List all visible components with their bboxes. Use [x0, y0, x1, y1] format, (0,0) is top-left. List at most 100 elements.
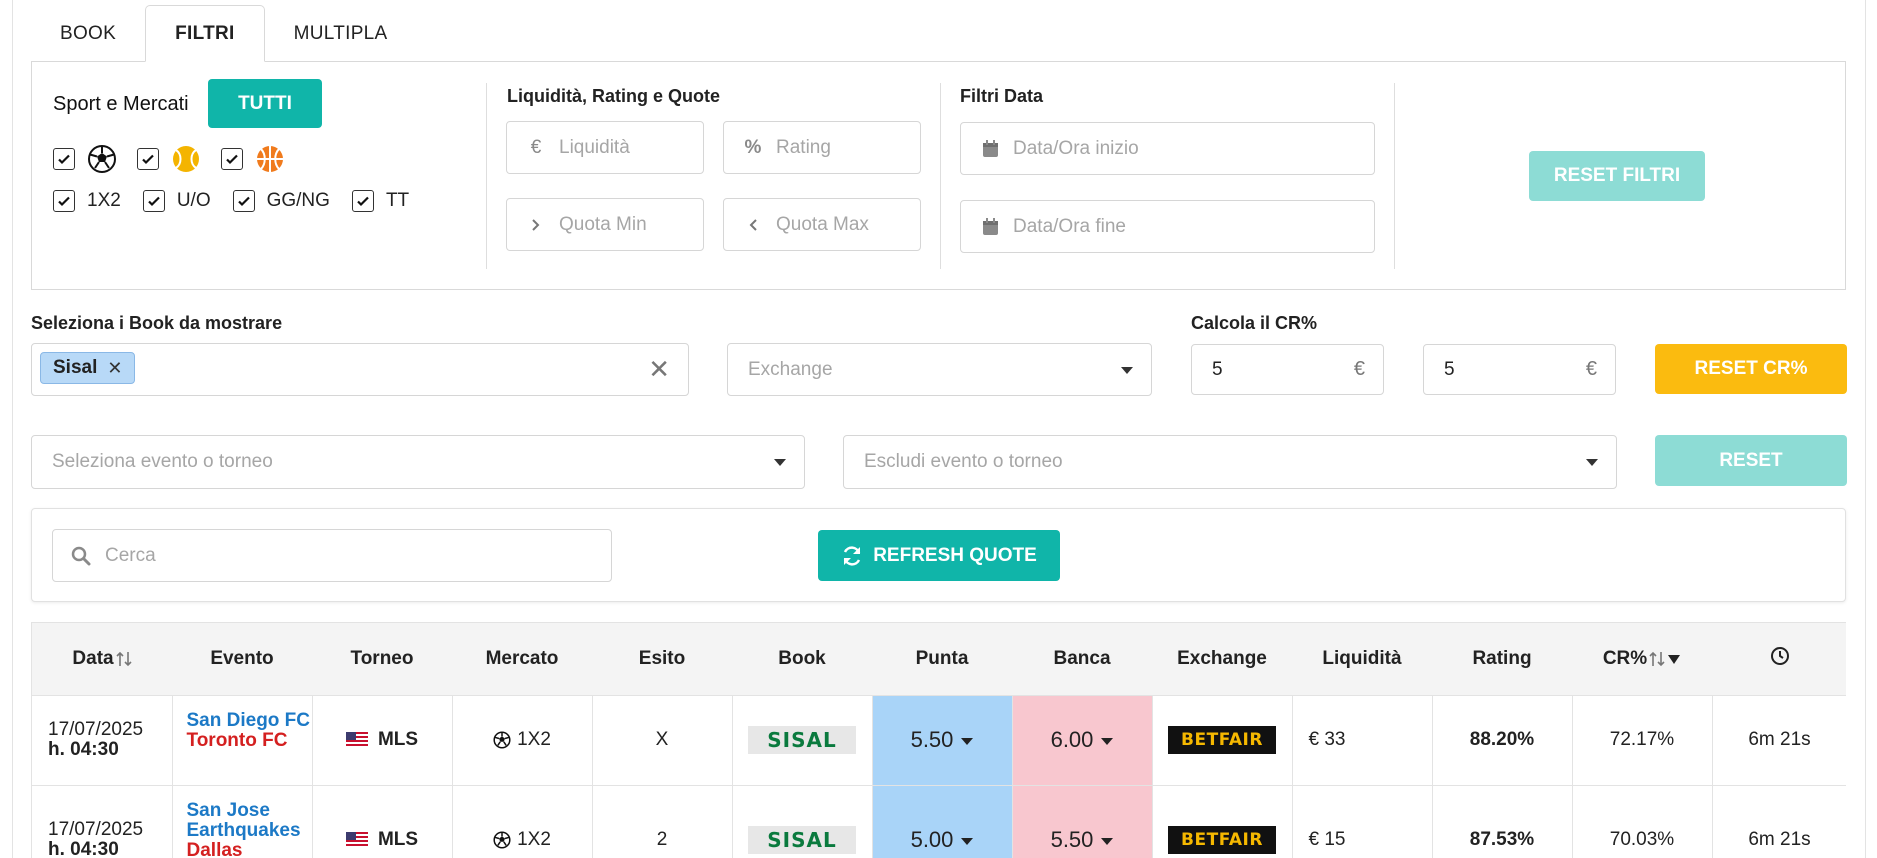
event-select[interactable]: Seleziona evento o torneo: [31, 435, 805, 489]
col-header-rating: Rating: [1432, 623, 1572, 696]
search-icon: [71, 546, 91, 565]
euro-icon: €: [530, 136, 542, 158]
filters-panel: Sport e Mercati TUTTI 1X2 U/O GG/NG TT L…: [31, 61, 1846, 290]
market-tt-checkbox[interactable]: [351, 190, 374, 212]
tab-multipla[interactable]: MULTIPLA: [265, 5, 417, 62]
table-row[interactable]: 17/07/2025 h. 04:30 San Diego FC Toronto F…: [32, 695, 1846, 786]
check-icon: [58, 154, 70, 165]
home-team[interactable]: San Diego FC: [187, 710, 312, 731]
cell-exchange: BETFAIR: [1152, 695, 1293, 786]
home-team[interactable]: San Jose Earthquakes: [187, 800, 312, 841]
soccer-ball-icon: [493, 831, 511, 849]
exchange-select[interactable]: Exchange: [727, 343, 1152, 396]
check-icon: [58, 196, 70, 207]
reset-button[interactable]: RESET: [1655, 435, 1847, 486]
tutti-button[interactable]: TUTTI: [208, 79, 322, 128]
caret-down-icon: [1101, 837, 1114, 845]
table-header-row: Data Evento Torneo Mercato Esito Book Pu…: [32, 623, 1846, 696]
cr-label: Calcola il CR%: [1191, 313, 1318, 333]
data-inizio-input[interactable]: Data/Ora inizio: [960, 122, 1375, 175]
caret-down-icon: [1101, 737, 1114, 745]
data-fine-input[interactable]: Data/Ora fine: [960, 200, 1375, 253]
soccer-checkbox[interactable]: [53, 148, 75, 170]
chevron-right-icon: [525, 218, 547, 232]
cell-exchange: BETFAIR: [1152, 785, 1293, 858]
cell-event[interactable]: San Diego FC Toronto FC: [172, 695, 313, 786]
cell-cr: 70.03%: [1572, 785, 1713, 858]
reset-cr-button[interactable]: RESET CR%: [1655, 344, 1847, 394]
away-team[interactable]: Toronto FC: [187, 730, 312, 751]
sort-icon: [1649, 651, 1665, 666]
check-icon: [237, 196, 250, 207]
caret-down-icon: [961, 837, 974, 845]
cell-market: 1X2: [452, 695, 593, 786]
col-header-evento: Evento: [172, 623, 312, 696]
col-header-cr[interactable]: CR%: [1572, 623, 1712, 696]
us-flag-icon: [345, 732, 368, 748]
quota-max-input[interactable]: Quota Max: [723, 198, 921, 251]
tennis-ball-icon: [171, 144, 201, 174]
quota-min-input[interactable]: Quota Min: [506, 198, 704, 251]
market-tt-label: TT: [385, 190, 410, 211]
cell-outcome: X: [592, 695, 733, 786]
euro-icon: €: [1585, 358, 1597, 380]
tab-filtri[interactable]: FILTRI: [145, 5, 265, 62]
cell-book: SISAL: [732, 695, 873, 786]
divider: [940, 83, 941, 269]
col-header-torneo: Torneo: [312, 623, 452, 696]
books-label: Seleziona i Book da mostrare: [31, 313, 283, 333]
dropdown-caret-icon: [1586, 459, 1598, 466]
basketball-checkbox[interactable]: [221, 148, 243, 170]
tennis-checkbox[interactable]: [137, 148, 159, 170]
col-header-time: [1712, 623, 1846, 696]
app-root: BOOK FILTRI MULTIPLA Sport e Mercati TUT…: [0, 0, 1877, 858]
cell-punta[interactable]: 5.00: [872, 785, 1013, 858]
table-row[interactable]: 17/07/2025 h. 04:30 San Jose Earthquakes D…: [32, 785, 1846, 858]
calendar-icon: [979, 139, 1001, 158]
odds-table: Data Evento Torneo Mercato Esito Book Pu…: [31, 622, 1846, 858]
cell-banca[interactable]: 6.00: [1012, 695, 1153, 786]
market-uo-checkbox[interactable]: [142, 190, 165, 212]
col-header-liquidita: Liquidità: [1292, 623, 1432, 696]
market-ggng-checkbox[interactable]: [232, 190, 255, 212]
exclude-event-select[interactable]: Escludi evento o torneo: [843, 435, 1617, 489]
cell-elapsed: 6m 21s: [1712, 695, 1846, 786]
tab-book[interactable]: BOOK: [31, 5, 145, 62]
col-header-punta: Punta: [872, 623, 1012, 696]
check-icon: [226, 154, 238, 165]
page-border-right: [1865, 0, 1866, 858]
clock-icon: [1770, 646, 1789, 665]
books-multiselect[interactable]: Sisal ✕ ✕: [31, 343, 689, 396]
sort-icon: [116, 651, 132, 666]
cell-tournament: MLS: [312, 695, 453, 786]
refresh-icon: [843, 545, 861, 566]
remove-chip-icon[interactable]: ✕: [107, 358, 122, 379]
caret-down-icon: [961, 737, 974, 745]
away-team[interactable]: Dallas: [187, 840, 312, 858]
clear-selection-icon[interactable]: ✕: [648, 354, 670, 385]
cell-market: 1X2: [452, 785, 593, 858]
chevron-left-icon: [742, 218, 764, 232]
cell-rating: 87.53%: [1432, 785, 1573, 858]
reset-filtri-button[interactable]: RESET FILTRI: [1529, 151, 1705, 201]
cell-punta[interactable]: 5.50: [872, 695, 1013, 786]
cell-banca[interactable]: 5.50: [1012, 785, 1153, 858]
market-1x2-checkbox[interactable]: [53, 190, 75, 212]
cell-outcome: 2: [592, 785, 733, 858]
soccer-ball-icon: [493, 731, 511, 749]
euro-icon: €: [1353, 358, 1365, 380]
col-header-data[interactable]: Data: [32, 623, 172, 696]
cr-stake-input-1[interactable]: 5 €: [1191, 344, 1384, 395]
cell-tournament: MLS: [312, 785, 453, 858]
liquidita-input[interactable]: € Liquidità: [506, 121, 704, 174]
refresh-quote-button[interactable]: REFRESH QUOTE: [818, 530, 1060, 581]
cr-stake-input-2[interactable]: 5 €: [1423, 344, 1616, 395]
percent-icon: %: [744, 136, 762, 158]
sport-markets-title: Sport e Mercati: [53, 93, 189, 115]
rating-input[interactable]: % Rating: [723, 121, 921, 174]
col-header-esito: Esito: [592, 623, 732, 696]
cell-event[interactable]: San Jose Earthquakes Dallas: [172, 785, 313, 858]
divider: [486, 83, 487, 269]
search-input[interactable]: Cerca: [52, 529, 612, 582]
divider: [1394, 83, 1395, 269]
